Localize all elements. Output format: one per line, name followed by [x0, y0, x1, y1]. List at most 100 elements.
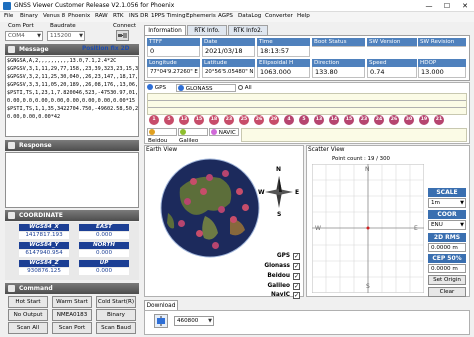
message-log[interactable]: $GNGSA,A,2,,,,,,,,,,13.0,7.1,2.4*2C $GPG…	[5, 56, 139, 137]
menu-file[interactable]: File	[4, 13, 13, 19]
connect-button[interactable]	[116, 30, 129, 41]
direction-label: Direction	[312, 59, 365, 67]
galileo-checkbox[interactable]: ✓	[293, 283, 300, 290]
earth-view-title: Earth View	[146, 147, 178, 153]
time-value: 18:13:57	[257, 46, 310, 57]
satellite-prn-badge: 23	[224, 115, 234, 125]
radio-icon	[238, 85, 243, 90]
satellite-prn-badge: 25	[239, 115, 249, 125]
minimize-button[interactable]: —	[420, 1, 438, 11]
menu-1pps-timing[interactable]: 1PPS Timing	[151, 13, 186, 19]
beidou-icon	[149, 129, 155, 135]
baudrate-select[interactable]: 115200 ▼	[47, 31, 85, 41]
earth-satellite-marker	[190, 178, 197, 185]
menu-insdr[interactable]: INS DR	[129, 13, 148, 19]
prn-row: 1 5 13 15 18 23 25 26 29 4 5 13 14 15 23 24 26 30 19 21	[147, 115, 467, 126]
download-baud-select[interactable]: 460800 ▼	[174, 316, 214, 326]
gps-icon	[147, 84, 153, 90]
earth-satellite-marker	[206, 174, 213, 181]
galileo-group[interactable]: Galileo	[178, 128, 208, 144]
coor-select[interactable]: ENU ▼	[428, 220, 466, 230]
menu-datalog[interactable]: DataLog	[238, 13, 261, 19]
menu-venus8[interactable]: Venus 8	[43, 13, 65, 19]
north-value: 0.000	[79, 250, 129, 257]
scan-baud-button[interactable]: Scan Baud	[96, 322, 136, 334]
direction-value: 133.80	[312, 67, 365, 78]
beidou-checkbox[interactable]: ✓	[293, 273, 300, 280]
command-icon	[8, 285, 15, 292]
app-icon	[3, 2, 11, 10]
menu-converter[interactable]: Converter	[265, 13, 293, 19]
navic-group[interactable]: NAVIC	[209, 128, 239, 136]
download-button[interactable]	[154, 314, 168, 328]
satellite-prn-badge: 21	[434, 115, 444, 125]
satellite-prn-badge: 15	[344, 115, 354, 125]
chevron-down-icon: ▼	[460, 200, 464, 206]
ellipsoidal-h-value: 1063.000	[257, 67, 310, 78]
all-toggle[interactable]: All	[238, 84, 258, 92]
navic-checkbox[interactable]: ✓	[293, 292, 300, 299]
nmea0183-button[interactable]: NMEA0183	[52, 309, 92, 321]
set-origin-button[interactable]: Set Origin	[428, 275, 466, 285]
gps-checkbox[interactable]: ✓	[293, 253, 300, 260]
glonass-checkbox[interactable]: ✓	[293, 263, 300, 270]
maximize-button[interactable]: ☐	[438, 1, 456, 11]
menu-binary[interactable]: Binary	[20, 13, 38, 19]
clear-button[interactable]: Clear	[428, 287, 466, 297]
satellite-prn-badge: 1	[149, 115, 159, 125]
earth-satellite-marker	[230, 216, 237, 223]
time-label: Time	[257, 38, 310, 46]
response-log[interactable]	[5, 152, 139, 208]
satellite-prn-badge: 13	[314, 115, 324, 125]
latitude-value: 20°56'5.05480" N	[202, 67, 255, 78]
download-tab[interactable]: Download	[144, 300, 178, 310]
satellite-prn-badge: 26	[389, 115, 399, 125]
beidou-group[interactable]: Beidou	[147, 128, 177, 144]
gps-group[interactable]: GPS	[147, 84, 177, 92]
scan-all-button[interactable]: Scan All	[8, 322, 48, 334]
beidou-label: Beidou	[148, 138, 168, 144]
cold-start-button[interactable]: Cold Start(R)	[96, 296, 136, 308]
no-output-button[interactable]: No Output	[8, 309, 48, 321]
menu-agps[interactable]: AGPS	[218, 13, 233, 19]
menu-raw[interactable]: RAW	[95, 13, 108, 19]
earth-satellite-marker	[200, 188, 207, 195]
speed-value: 0.74	[367, 67, 417, 78]
menu-bar: File Binary Venus 8 Phoenix RAW RTK INS …	[0, 12, 474, 22]
ttff-label: TTFF	[147, 38, 200, 46]
close-button[interactable]: ✕	[456, 1, 474, 11]
satellite-prn-badge: 15	[194, 115, 204, 125]
com-port-select[interactable]: COM4 ▼	[5, 31, 43, 41]
earth-satellite-marker	[218, 206, 225, 213]
twod-rms-label: 2D RMS	[428, 233, 466, 242]
signal-bar-area	[147, 93, 467, 115]
date-value: 2021/03/18	[202, 46, 255, 57]
glonass-group[interactable]: GLONASS	[176, 84, 236, 92]
satellite-prn-badge: 19	[419, 115, 429, 125]
navic-icon	[211, 129, 217, 135]
satellite-prn-badge: 13	[179, 115, 189, 125]
hdop-label: HDOP	[418, 59, 466, 67]
scale-select[interactable]: 1m ▼	[428, 198, 466, 208]
east-label: EAST	[79, 224, 129, 231]
message-header-label: Message	[19, 46, 49, 53]
menu-rtk[interactable]: RTK	[113, 13, 124, 19]
menu-help[interactable]: Help	[297, 13, 310, 19]
coordinate-panel: WGS84_X EAST 1417817.193 0.000 WGS84_Y N…	[5, 222, 139, 280]
galileo-label: Galileo	[179, 138, 199, 144]
boot-status-label: Boot Status	[312, 38, 365, 46]
scan-port-button[interactable]: Scan Port	[52, 322, 92, 334]
menu-ephemeris[interactable]: Ephemeris	[186, 13, 216, 19]
binary-button[interactable]: Binary	[96, 309, 136, 321]
warm-start-button[interactable]: Warm Start	[52, 296, 92, 308]
wgs84-x-value: 1417817.193	[19, 232, 69, 239]
date-label: Date	[202, 38, 255, 46]
position-fix-status: Position fix 2D	[82, 46, 130, 52]
scatter-plot	[311, 163, 425, 294]
message-line: $GPGSV,3,3,11,05,20,189,,26,08,176,,13,0…	[7, 82, 139, 88]
scatter-axis-east: E	[414, 225, 418, 232]
legend-gps: GPS	[276, 253, 290, 259]
menu-phoenix[interactable]: Phoenix	[68, 13, 90, 19]
hot-start-button[interactable]: Hot Start	[8, 296, 48, 308]
compass-icon	[265, 176, 293, 208]
